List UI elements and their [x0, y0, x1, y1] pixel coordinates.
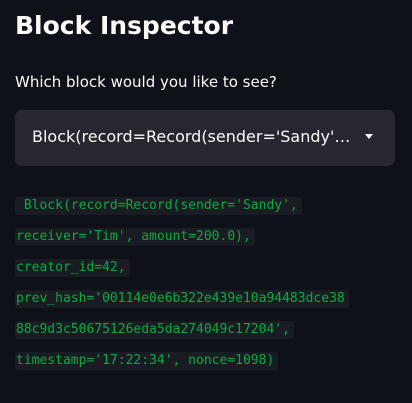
block-select[interactable]: Block(record=Record(sender='Sandy', rece…: [15, 110, 395, 166]
code-text: Block(record=Record(sender='Sandy',: [15, 197, 302, 215]
block-select-value: Block(record=Record(sender='Sandy', rece…: [32, 127, 354, 146]
code-line: timestamp='17:22:34', nonce=1098): [15, 345, 400, 376]
code-line: 88c9d3c50675126eda5da274049c17204',: [15, 314, 400, 345]
code-line: Block(record=Record(sender='Sandy',: [15, 190, 400, 221]
code-text: receiver='Tim', amount=200.0),: [15, 228, 255, 246]
code-line: receiver='Tim', amount=200.0),: [15, 221, 400, 252]
code-text: timestamp='17:22:34', nonce=1098): [15, 352, 279, 370]
code-text: 88c9d3c50675126eda5da274049c17204',: [15, 321, 294, 339]
code-line: prev_hash='00114e0e6b322e439e10a94483dce…: [15, 283, 400, 314]
page-title: Block Inspector: [15, 11, 234, 40]
code-line: creator_id=42,: [15, 252, 400, 283]
code-text: creator_id=42,: [15, 259, 130, 277]
chevron-down-icon: [365, 134, 373, 139]
block-output: Block(record=Record(sender='Sandy', rece…: [15, 190, 400, 376]
block-select-label: Which block would you like to see?: [15, 73, 277, 91]
code-text: prev_hash='00114e0e6b322e439e10a94483dce…: [15, 290, 349, 308]
